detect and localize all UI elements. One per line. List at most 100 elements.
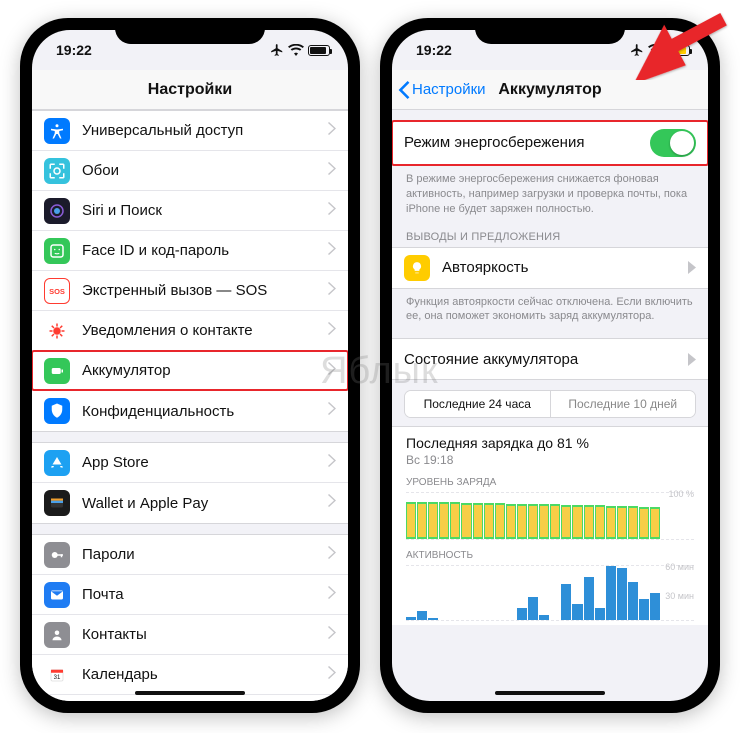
level-bar <box>484 503 494 539</box>
level-bar <box>439 502 449 539</box>
navbar: Настройки <box>32 70 348 110</box>
row-label: Пароли <box>82 546 328 563</box>
chevron-right-icon <box>328 202 336 220</box>
battery-content[interactable]: Режим энергосбережения В режиме энергосб… <box>392 110 708 701</box>
battery-health-label: Состояние аккумулятора <box>404 351 688 368</box>
settings-row-mail[interactable]: Почта <box>32 575 348 615</box>
back-button[interactable]: Настройки <box>392 81 486 99</box>
chart-title-level: УРОВЕНЬ ЗАРЯДА <box>406 477 694 488</box>
last-charge-block: Последняя зарядка до 81 % Вс 19:18 <box>392 426 708 471</box>
battery-health-row[interactable]: Состояние аккумулятора <box>392 339 708 379</box>
level-bar <box>473 503 483 539</box>
y-tick: 100 % <box>668 489 694 499</box>
privacy-icon <box>44 398 70 424</box>
navbar-title: Настройки <box>32 81 348 99</box>
settings-row-accessibility[interactable]: Универсальный доступ <box>32 111 348 151</box>
settings-row-battery[interactable]: Аккумулятор <box>32 351 348 391</box>
low-power-toggle[interactable] <box>650 129 696 157</box>
time-range-segmented[interactable]: Последние 24 часа Последние 10 дней <box>404 390 696 418</box>
level-bar <box>539 504 549 539</box>
appstore-icon <box>44 450 70 476</box>
notch <box>115 18 265 44</box>
chevron-right-icon <box>328 586 336 604</box>
last-charge-title: Последняя зарядка до 81 % <box>406 435 694 451</box>
row-label: Календарь <box>82 666 328 683</box>
calendar-icon: 31 <box>44 662 70 688</box>
activity-bar <box>428 618 438 620</box>
insight-autobrightness[interactable]: Автояркость <box>392 248 708 288</box>
screen-left: 19:22 Настройки Универсальный доступОбои… <box>32 30 348 701</box>
row-label: Конфиденциальность <box>82 403 328 420</box>
low-power-mode-row[interactable]: Режим энергосбережения <box>392 121 708 165</box>
settings-row-contacts[interactable]: Контакты <box>32 615 348 655</box>
status-time: 19:22 <box>56 42 92 58</box>
segment-10d[interactable]: Последние 10 дней <box>551 391 696 417</box>
passwords-icon <box>44 542 70 568</box>
chevron-right-icon <box>328 494 336 512</box>
level-bar <box>561 505 571 540</box>
activity-bar <box>561 584 571 620</box>
screen-right: 19:22 Настройки Аккумулятор Режим энерго… <box>392 30 708 701</box>
chevron-right-icon <box>328 162 336 180</box>
chevron-right-icon <box>688 261 696 274</box>
chevron-right-icon <box>328 282 336 300</box>
settings-row-appstore[interactable]: App Store <box>32 443 348 483</box>
contacts-icon <box>44 622 70 648</box>
settings-row-faceid[interactable]: Face ID и код-пароль <box>32 231 348 271</box>
settings-row-wallet[interactable]: Wallet и Apple Pay <box>32 483 348 523</box>
level-bar <box>406 502 416 539</box>
svg-text:31: 31 <box>54 674 61 680</box>
comparison-canvas: { "watermark": "Яблык", "arrow": { "poin… <box>0 0 740 733</box>
row-label: Почта <box>82 586 328 603</box>
insight-body: Функция автояркости сейчас отключена. Ес… <box>392 289 708 329</box>
settings-row-notes[interactable]: Заметки <box>32 695 348 701</box>
status-icons <box>270 43 330 57</box>
chevron-right-icon <box>328 666 336 684</box>
exposure-icon <box>44 318 70 344</box>
settings-row-passwords[interactable]: Пароли <box>32 535 348 575</box>
chevron-right-icon <box>328 402 336 420</box>
activity-bar <box>595 608 605 621</box>
faceid-icon <box>44 238 70 264</box>
home-indicator[interactable] <box>135 691 245 695</box>
level-bar <box>428 502 438 539</box>
wifi-icon <box>288 44 304 56</box>
insight-title: Автояркость <box>442 259 688 276</box>
level-bar <box>450 502 460 539</box>
row-label: Wallet и Apple Pay <box>82 495 328 512</box>
settings-row-wallpaper[interactable]: Обои <box>32 151 348 191</box>
level-bar <box>572 505 582 540</box>
row-label: Аккумулятор <box>82 362 328 379</box>
home-indicator[interactable] <box>495 691 605 695</box>
battery-level-chart: УРОВЕНЬ ЗАРЯДА 100 % <box>392 471 708 544</box>
chevron-right-icon <box>328 626 336 644</box>
wallet-icon <box>44 490 70 516</box>
settings-row-privacy[interactable]: Конфиденциальность <box>32 391 348 431</box>
level-bar <box>628 506 638 539</box>
chevron-right-icon <box>328 122 336 140</box>
chevron-right-icon <box>688 353 696 366</box>
row-label: Контакты <box>82 626 328 643</box>
chevron-right-icon <box>328 546 336 564</box>
airplane-icon <box>270 43 284 57</box>
segment-24h[interactable]: Последние 24 часа <box>405 391 550 417</box>
settings-row-exposure[interactable]: Уведомления о контакте <box>32 311 348 351</box>
settings-list[interactable]: Универсальный доступОбоиSiri и Поиск Face… <box>32 110 348 701</box>
level-bar <box>517 504 527 539</box>
y-tick: 30 мин <box>665 591 694 601</box>
level-bar <box>650 507 660 539</box>
level-bar <box>606 506 616 540</box>
battery-icon <box>308 45 330 56</box>
activity-bar <box>517 608 527 621</box>
status-time: 19:22 <box>416 42 452 58</box>
row-label: Face ID и код-пароль <box>82 242 328 259</box>
settings-row-siri[interactable]: Siri и Поиск <box>32 191 348 231</box>
level-bar <box>506 504 516 539</box>
notch <box>475 18 625 44</box>
level-bar <box>595 505 605 539</box>
level-bar <box>528 504 538 539</box>
chevron-right-icon <box>328 454 336 472</box>
chevron-right-icon <box>328 242 336 260</box>
settings-row-sos[interactable]: SOSЭкстренный вызов — SOS <box>32 271 348 311</box>
settings-row-calendar[interactable]: 31 Календарь <box>32 655 348 695</box>
